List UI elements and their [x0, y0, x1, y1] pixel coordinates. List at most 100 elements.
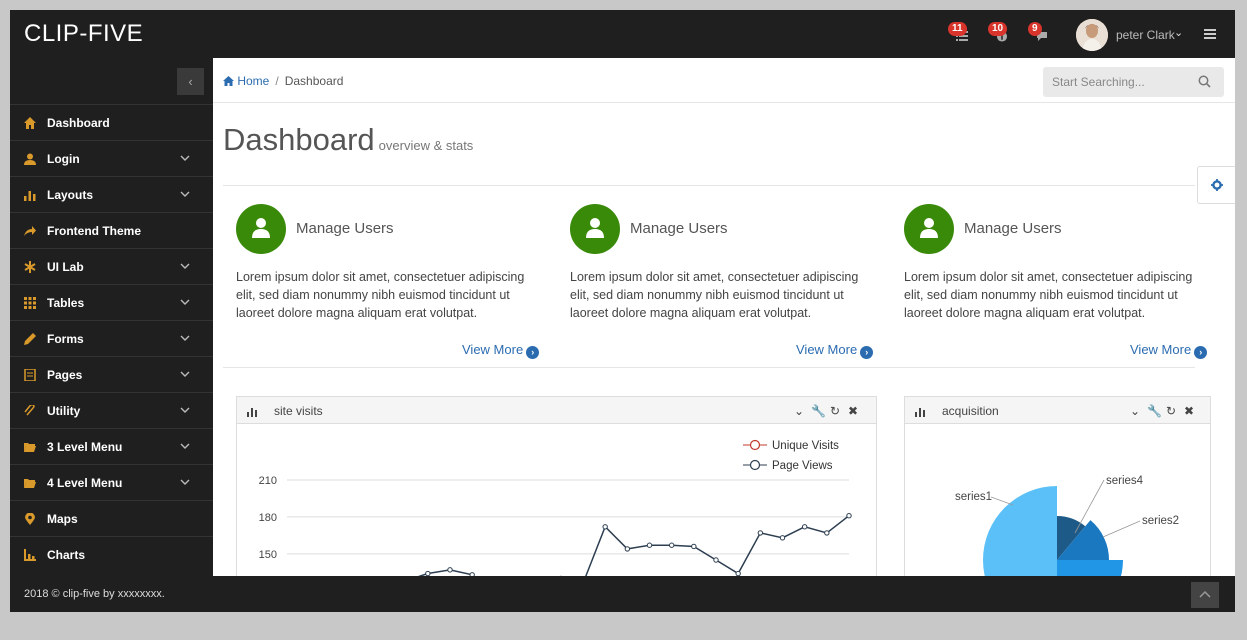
- site-visits-panel: site visits ⌄🔧↻✖ 21018015012090Unique Vi…: [236, 396, 877, 586]
- collapse-icon[interactable]: ⌄: [793, 404, 805, 418]
- acquisition-panel: acquisition ⌄ 🔧 ↻ ✖ series1 series4 series2: [904, 396, 1211, 586]
- divider: [223, 185, 1195, 186]
- sidebar-item-forms[interactable]: Forms: [10, 320, 213, 356]
- feature-icon-circle: [904, 204, 954, 254]
- sidebar-item-charts[interactable]: Charts: [10, 536, 213, 572]
- sidebar-item-label: 4 Level Menu: [47, 476, 123, 490]
- scroll-top-button[interactable]: [1191, 582, 1219, 608]
- sidebar-item-label: Dashboard: [47, 116, 110, 130]
- collapse-icon[interactable]: ⌄: [1129, 404, 1141, 418]
- chevron-up-icon: [1199, 590, 1211, 598]
- feature-card: Manage Users Lorem ipsum dolor sit amet,…: [570, 204, 880, 364]
- notification-messages[interactable]: 9: [1028, 22, 1058, 48]
- sidebar-item-utility[interactable]: Utility: [10, 392, 213, 428]
- sidebar-item-3-level-menu[interactable]: 3 Level Menu: [10, 428, 213, 464]
- sidebar-item-label: Layouts: [47, 188, 94, 202]
- main-content: Dashboard overview & stats Manage Users L…: [213, 104, 1235, 586]
- search-box: [1043, 67, 1224, 97]
- menu-toggle-icon[interactable]: [1204, 29, 1216, 40]
- sidebar-item-4-level-menu[interactable]: 4 Level Menu: [10, 464, 213, 500]
- data-point: [757, 530, 764, 536]
- sidebar-item-label: Utility: [47, 404, 81, 418]
- view-more-link[interactable]: View More ›: [1130, 342, 1208, 359]
- bar-chart-icon: [915, 408, 925, 417]
- wrench-icon[interactable]: 🔧: [811, 404, 826, 418]
- sidebar-item-label: Frontend Theme: [47, 224, 142, 238]
- chevron-down-icon: [180, 155, 190, 161]
- user-icon: [920, 218, 938, 238]
- panel-body: series1 series4 series2: [905, 425, 1210, 585]
- close-icon[interactable]: ✖: [1183, 404, 1195, 418]
- sidebar-item-layouts[interactable]: Layouts: [10, 176, 213, 212]
- search-input[interactable]: [1043, 67, 1193, 97]
- feature-icon-circle: [236, 204, 286, 254]
- data-point: [824, 530, 830, 536]
- page-title-text: Dashboard: [223, 122, 375, 157]
- sidebar-item-frontend-theme[interactable]: Frontend Theme: [10, 212, 213, 248]
- folder-icon: [24, 443, 36, 452]
- view-more-link[interactable]: View More ›: [462, 342, 540, 359]
- view-more-label: View More: [796, 342, 858, 357]
- y-tick-label: 180: [259, 512, 277, 524]
- feature-title: Manage Users: [630, 220, 728, 237]
- data-point: [646, 542, 653, 548]
- refresh-icon[interactable]: ↻: [829, 404, 841, 418]
- footer: 2018 © clip-five by xxxxxxxx.: [10, 576, 1235, 612]
- share-icon: [24, 226, 36, 236]
- sidebar-item-maps[interactable]: Maps: [10, 500, 213, 536]
- sidebar-item-label: Pages: [47, 368, 83, 382]
- data-point: [691, 543, 697, 550]
- sidebar-item-dashboard[interactable]: Dashboard: [10, 104, 213, 140]
- page-title: Dashboard overview & stats: [223, 122, 473, 158]
- sidebar-item-login[interactable]: Login: [10, 140, 213, 176]
- sidebar-item-label: Login: [47, 152, 80, 166]
- view-more-label: View More: [462, 342, 524, 357]
- legend-label[interactable]: Page Views: [772, 460, 833, 472]
- search-icon[interactable]: [1198, 75, 1211, 88]
- brand-logo[interactable]: CLIP-FIVE: [24, 20, 143, 48]
- feature-card: Manage Users Lorem ipsum dolor sit amet,…: [236, 204, 546, 364]
- view-more-link[interactable]: View More ›: [796, 342, 874, 359]
- app-frame: CLIP-FIVE 11 10 9 peter Clark ⌄ ‹ Dashbo…: [10, 10, 1235, 612]
- refresh-icon[interactable]: ↻: [1165, 404, 1177, 418]
- notification-tasks[interactable]: 11: [948, 22, 978, 48]
- chevron-down-icon: [180, 191, 190, 197]
- arrow-right-icon: ›: [860, 346, 874, 359]
- user-icon: [24, 153, 36, 165]
- sidebar-nav: Dashboard Login Layouts Frontend Theme UI La…: [10, 104, 213, 572]
- acquisition-chart: series1 series4 series2: [955, 475, 1179, 585]
- user-avatar[interactable]: [1076, 19, 1108, 51]
- panel-tools: ⌄ 🔧 ↻ ✖: [787, 404, 859, 418]
- chevron-down-icon[interactable]: ⌄: [1174, 26, 1183, 39]
- chevron-down-icon: [180, 407, 190, 413]
- arrow-right-icon: ›: [1194, 346, 1208, 359]
- chart-icon: [24, 549, 36, 561]
- legend-marker: [749, 459, 761, 471]
- close-icon[interactable]: ✖: [847, 404, 859, 418]
- user-icon: [252, 218, 270, 238]
- feature-title: Manage Users: [296, 220, 394, 237]
- home-icon: [24, 117, 36, 129]
- sidebar: ‹ Dashboard Login Layouts Frontend Theme UI …: [10, 58, 213, 576]
- bar-chart-icon: [24, 191, 36, 201]
- breadcrumb-home[interactable]: Home: [237, 74, 269, 88]
- footer-text: 2018 © clip-five by xxxxxxxx.: [24, 588, 165, 600]
- user-name[interactable]: peter Clark: [1116, 28, 1175, 42]
- legend-label[interactable]: Unique Visits: [772, 440, 839, 452]
- feature-card: Manage Users Lorem ipsum dolor sit amet,…: [904, 204, 1214, 364]
- chevron-down-icon: [180, 299, 190, 305]
- data-point: [779, 535, 786, 541]
- paperclip-icon: [24, 405, 35, 416]
- sidebar-item-ui-lab[interactable]: UI Lab: [10, 248, 213, 284]
- folder-icon: [24, 479, 36, 488]
- feature-icon-circle: [570, 204, 620, 254]
- pie-label: series1: [955, 491, 992, 503]
- sidebar-collapse-button[interactable]: ‹: [177, 68, 204, 95]
- sidebar-item-pages[interactable]: Pages: [10, 356, 213, 392]
- pie-slice-series1: [983, 486, 1057, 585]
- settings-button[interactable]: [1197, 166, 1235, 204]
- sidebar-item-label: Forms: [47, 332, 84, 346]
- notification-alerts[interactable]: 10: [988, 22, 1018, 48]
- wrench-icon[interactable]: 🔧: [1147, 404, 1162, 418]
- sidebar-item-tables[interactable]: Tables: [10, 284, 213, 320]
